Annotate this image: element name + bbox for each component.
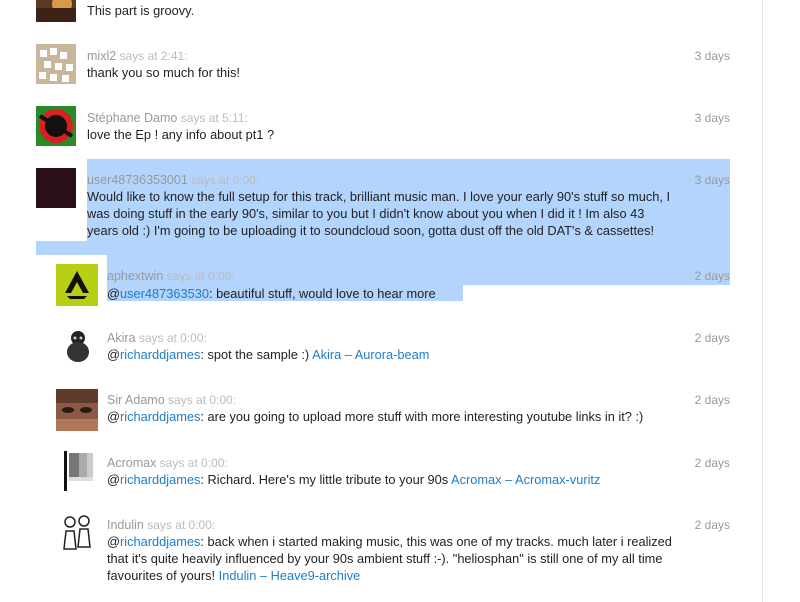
comment-username[interactable]: Akira xyxy=(107,331,135,345)
mention-prefix: @ xyxy=(107,409,120,424)
comment-text: love the Ep ! any info about pt1 ? xyxy=(87,127,275,142)
comment-timestamp[interactable]: says at 0:00: xyxy=(160,456,228,470)
aphex-logo-icon xyxy=(56,264,98,306)
comment-age: 2 days xyxy=(694,518,730,532)
avatar[interactable] xyxy=(36,106,76,146)
mention-prefix: @ xyxy=(107,534,120,549)
comment-text: This part is groovy. xyxy=(87,3,195,18)
avatar[interactable] xyxy=(56,264,98,306)
comment-age: 3 days xyxy=(694,49,730,63)
track-link[interactable]: Acromax – Acromax-vuritz xyxy=(451,472,600,487)
comment-text-line: years old :) I'm going to be uploading i… xyxy=(87,223,655,238)
comment-header: Stéphane Damo says at 5:11: xyxy=(87,111,248,126)
comment-username[interactable]: user48736353001 xyxy=(87,173,188,187)
grayscale-bars-icon xyxy=(60,451,96,491)
avatar[interactable] xyxy=(58,513,98,553)
comment-text: thank you so much for this! xyxy=(87,65,240,80)
comment-text-line: that it's quite heavily influenced by yo… xyxy=(107,551,663,566)
comment-timestamp[interactable]: says at 0:00: xyxy=(168,393,236,407)
comment-header: Indulin says at 0:00: xyxy=(107,518,215,533)
comment-text-line: Would like to know the full setup for th… xyxy=(87,189,671,204)
comment-timestamp[interactable]: says at 0:00: xyxy=(147,518,215,532)
comment-header: Akira says at 0:00: xyxy=(107,331,207,346)
comment-username[interactable]: Sir Adamo xyxy=(107,393,165,407)
comment-text-rest: favourites of yours! xyxy=(107,568,219,583)
monkey-figure-icon xyxy=(60,328,96,364)
avatar[interactable] xyxy=(36,0,76,22)
comment-text-line: favourites of yours! Indulin – Heave9-ar… xyxy=(107,567,360,585)
mention-prefix: @ xyxy=(107,286,120,301)
comment-text-rest: : are you going to upload more stuff wit… xyxy=(200,409,644,424)
comment-header: Sir Adamo says at 0:00: xyxy=(107,393,236,408)
track-link[interactable]: Indulin – Heave9-archive xyxy=(219,568,361,583)
mention-prefix: @ xyxy=(107,472,120,487)
avatar[interactable] xyxy=(60,328,96,364)
avatar[interactable] xyxy=(36,168,76,208)
comment-age: 2 days xyxy=(694,269,730,283)
avatar[interactable] xyxy=(56,389,98,431)
comment-age: 2 days xyxy=(694,393,730,407)
comment-text: @richarddjames: Richard. Here's my littl… xyxy=(107,471,600,489)
comment-timestamp[interactable]: says at 2:41: xyxy=(120,49,188,63)
comment-text-rest: : Richard. Here's my little tribute to y… xyxy=(200,472,452,487)
comment-timestamp[interactable]: says at 0:00: xyxy=(191,173,259,187)
comment-timestamp[interactable]: says at 5:11: xyxy=(181,111,248,125)
face-photo-icon xyxy=(56,389,98,431)
sketch-figures-icon xyxy=(58,513,98,553)
comment-text-line: @richarddjames: back when i started maki… xyxy=(107,533,672,551)
comments-page: This part is groovy. mixl2 says at 2:41:… xyxy=(0,0,800,602)
comment-text: @richarddjames: are you going to upload … xyxy=(107,408,643,426)
comment-age: 2 days xyxy=(694,456,730,470)
comment-username[interactable]: Stéphane Damo xyxy=(87,111,177,125)
comment-username[interactable]: Acromax xyxy=(107,456,156,470)
comment-text: @richarddjames: spot the sample :) Akira… xyxy=(107,346,429,364)
comment-header: user48736353001 says at 0:00: xyxy=(87,173,259,188)
comment-username[interactable]: Indulin xyxy=(107,518,144,532)
comment-text-rest: : spot the sample :) xyxy=(200,347,313,362)
comment-age: 3 days xyxy=(694,173,730,187)
track-link[interactable]: Akira – Aurora-beam xyxy=(312,347,429,362)
avatar-red-circle-icon xyxy=(36,106,76,146)
content-divider xyxy=(762,0,763,602)
mention-prefix: @ xyxy=(107,347,120,362)
comment-text-rest: : back when i started making music, this… xyxy=(200,534,672,549)
avatar-dark-icon xyxy=(36,168,76,208)
text-selection-highlight xyxy=(36,241,730,255)
comment-text-line: was doing stuff in the early 90's, simil… xyxy=(87,206,645,221)
comment-age: 2 days xyxy=(694,331,730,345)
avatar[interactable] xyxy=(36,44,76,84)
mention-link[interactable]: user487363530 xyxy=(120,286,209,301)
comment-age: 3 days xyxy=(694,111,730,125)
comment-timestamp[interactable]: says at 0:00: xyxy=(167,269,235,283)
comment-header: aphextwin says at 0:00: xyxy=(107,269,235,284)
comment-username[interactable]: mixl2 xyxy=(87,49,116,63)
comment-text-rest: : beautiful stuff, would love to hear mo… xyxy=(208,286,436,301)
mention-link[interactable]: richarddjames xyxy=(120,534,200,549)
mention-link[interactable]: richarddjames xyxy=(120,409,200,424)
comment-header: Acromax says at 0:00: xyxy=(107,456,228,471)
comment-header: mixl2 says at 2:41: xyxy=(87,49,188,64)
comment-text: @user487363530: beautiful stuff, would l… xyxy=(107,285,436,303)
mention-link[interactable]: richarddjames xyxy=(120,347,200,362)
avatar[interactable] xyxy=(60,451,96,491)
avatar-jigsaw-icon xyxy=(36,44,76,84)
comment-username[interactable]: aphextwin xyxy=(107,269,163,283)
comment-timestamp[interactable]: says at 0:00: xyxy=(139,331,207,345)
mention-link[interactable]: richarddjames xyxy=(120,472,200,487)
avatar-photo-icon xyxy=(36,0,76,22)
